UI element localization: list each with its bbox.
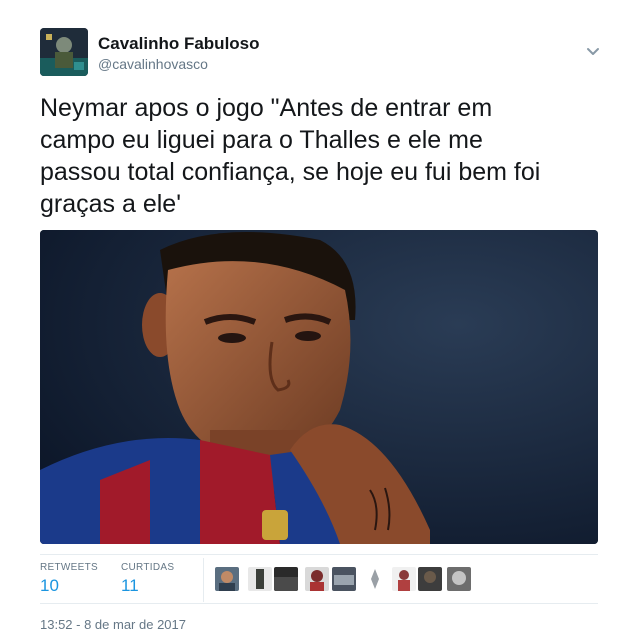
liker-avatar-icon[interactable]	[305, 567, 329, 591]
liker-avatar-icon[interactable]	[363, 567, 387, 591]
stats-separator	[203, 558, 204, 602]
likes-label: CURTIDAS	[121, 562, 175, 573]
tweet-text-line: campo eu liguei para o Thalles e ele me	[40, 126, 483, 154]
tweet-text-line: passou total confiança, se hoje eu fui b…	[40, 158, 541, 186]
user-avatar-icon[interactable]	[40, 28, 88, 76]
divider	[40, 603, 598, 604]
likes-count[interactable]: 11	[121, 576, 174, 596]
liker-avatar-icon[interactable]	[418, 567, 442, 591]
liker-avatar-icon[interactable]	[274, 567, 298, 591]
tweet-text: Neymar apos o jogo "Antes de entrar em c…	[40, 92, 610, 220]
chevron-down-icon[interactable]	[584, 42, 602, 60]
divider	[40, 554, 598, 555]
tweet-photo[interactable]	[40, 230, 598, 544]
tweet-text-line: graças a ele'	[40, 190, 181, 218]
liker-avatar-icon[interactable]	[447, 567, 471, 591]
retweets-count[interactable]: 10	[40, 576, 98, 596]
likes-stat[interactable]: CURTIDAS 11	[121, 562, 174, 596]
retweets-label: RETWEETS	[40, 562, 98, 573]
liker-avatar-icon[interactable]	[332, 567, 356, 591]
display-name[interactable]: Cavalinho Fabuloso	[98, 34, 260, 54]
liker-avatar-icon[interactable]	[248, 567, 272, 591]
liker-avatar-icon[interactable]	[392, 567, 416, 591]
tweet-text-line: Neymar apos o jogo "Antes de entrar em	[40, 94, 493, 122]
tweet-timestamp[interactable]: 13:52 - 8 de mar de 2017	[40, 617, 186, 632]
retweets-stat[interactable]: RETWEETS 10	[40, 562, 98, 596]
liker-avatar-icon[interactable]	[215, 567, 239, 591]
user-handle[interactable]: @cavalinhovasco	[98, 56, 208, 72]
